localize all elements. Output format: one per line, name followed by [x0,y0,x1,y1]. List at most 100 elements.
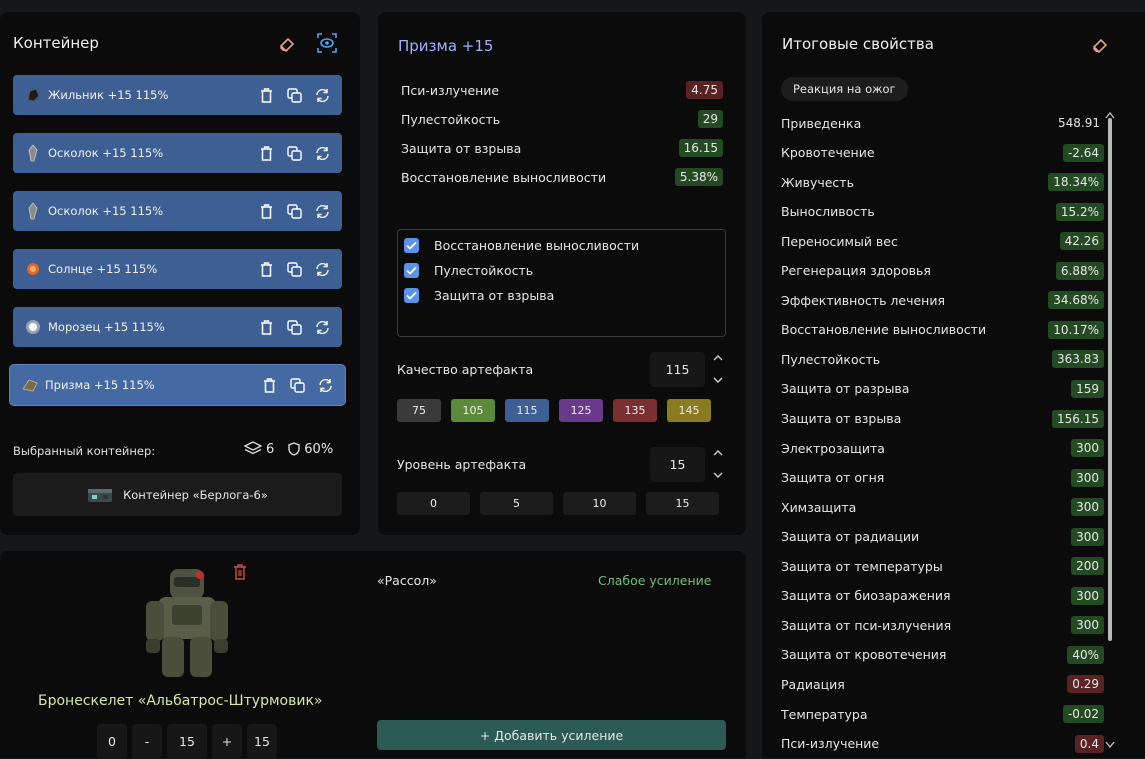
total-label: Регенерация здоровья [781,263,931,279]
selected-container-label: Выбранный контейнер: [13,444,156,458]
artifact-stat-row: Восстановление выносливости 5.38% [401,166,723,188]
artifact-row[interactable]: Жильник +15 115% [13,75,342,115]
artifact-stat-label: Пулестойкость [401,111,501,127]
artifact-row[interactable]: Солнце +15 115% [13,249,342,289]
trash-icon[interactable] [255,258,277,280]
refresh-icon[interactable] [311,316,333,338]
level-presets: 0 5 10 15 [397,492,719,515]
total-value: -2.64 [1062,143,1104,162]
eraser-icon[interactable] [1089,34,1111,56]
container-stats: 6 60% [244,441,333,457]
copy-icon[interactable] [283,316,305,338]
property-check[interactable]: Защита от взрыва [404,286,554,304]
container-select-button[interactable]: Контейнер «Берлога-6» [13,473,342,516]
armor-level-increment[interactable]: + [212,724,242,759]
quality-preset[interactable]: 145 [667,399,711,422]
trash-icon[interactable] [255,84,277,106]
total-label: Эффективность лечения [781,292,946,308]
total-row: Защита от кровотечения 40% [781,643,1104,667]
quality-preset[interactable]: 115 [505,399,549,422]
container-name: Контейнер «Берлога-6» [123,487,268,502]
quality-input[interactable]: 115 [650,352,705,387]
artifact-name: Жильник +15 115% [48,88,169,102]
trash-icon[interactable] [255,200,277,222]
armor-level-max[interactable]: 15 [247,724,277,759]
total-label: Пулестойкость [781,351,881,367]
artifact-row[interactable]: Призма +15 115% [10,365,345,405]
level-input[interactable]: 15 [650,447,705,482]
refresh-icon[interactable] [311,200,333,222]
copy-icon[interactable] [283,84,305,106]
boost-level[interactable]: Слабое усиление [598,573,711,588]
quality-preset[interactable]: 105 [451,399,495,422]
armor-level-min[interactable]: 0 [97,724,127,759]
eraser-icon[interactable] [276,33,298,55]
total-label: Радиация [781,676,845,692]
total-row: Защита от радиации 300 [781,525,1104,549]
total-value: 0.4 [1074,734,1104,753]
total-value: 156.15 [1052,409,1104,428]
refresh-icon[interactable] [311,142,333,164]
total-row: Защита от биозаражения 300 [781,584,1104,608]
level-preset[interactable]: 10 [563,492,636,515]
copy-icon[interactable] [283,258,305,280]
total-row: Регенерация здоровья 6.88% [781,259,1104,283]
total-row: Защита от взрыва 156.15 [781,407,1104,431]
refresh-icon[interactable] [314,374,336,396]
prism-icon [21,376,39,394]
armor-level-input[interactable]: 15 [167,724,207,759]
level-preset[interactable]: 15 [646,492,719,515]
shield-icon [288,442,300,456]
checkbox-checked[interactable] [404,262,419,278]
artifact-row[interactable]: Осколок +15 115% [13,191,342,231]
add-boost-button[interactable]: + Добавить усиление [377,720,726,750]
chevron-up-icon [713,450,723,456]
quality-preset[interactable]: 135 [613,399,657,422]
copy-icon[interactable] [283,200,305,222]
total-value: 6.88% [1055,261,1104,280]
total-label: Выносливость [781,204,875,220]
level-preset[interactable]: 0 [397,492,470,515]
total-row: Защита от огня 300 [781,466,1104,490]
total-value: 10.17% [1048,320,1104,339]
trash-icon[interactable] [258,374,280,396]
total-row: Защита от разрыва 159 [781,377,1104,401]
copy-icon[interactable] [283,142,305,164]
total-value: 42.26 [1059,232,1104,251]
chevron-down-icon [713,377,723,383]
property-check[interactable]: Восстановление выносливости [404,236,639,254]
quality-preset[interactable]: 75 [397,399,441,422]
level-stepper[interactable] [711,449,725,479]
artifact-row[interactable]: Морозец +15 115% [13,307,342,347]
trash-icon[interactable] [255,142,277,164]
scroll-down-icon[interactable] [1105,741,1115,749]
total-value: 300 [1071,586,1104,605]
property-check[interactable]: Пулестойкость [404,261,533,279]
level-preset[interactable]: 5 [480,492,553,515]
eye-scan-icon[interactable] [316,32,338,54]
trash-icon[interactable] [233,564,247,580]
totals-panel: Итоговые свойства Реакция на ожог Привед… [762,12,1145,758]
refresh-icon[interactable] [311,84,333,106]
quality-stepper[interactable] [711,354,725,384]
armor-level-decrement[interactable]: - [132,724,162,759]
dark-stone-icon [24,86,42,104]
total-label: Защита от температуры [781,558,943,574]
artifact-row[interactable]: Осколок +15 115% [13,133,342,173]
refresh-icon[interactable] [311,258,333,280]
total-value: 300 [1071,527,1104,546]
total-label: Защита от радиации [781,529,920,545]
boost-name: «Рассол» [377,573,437,588]
scrollbar[interactable] [1108,118,1112,641]
quality-preset[interactable]: 125 [559,399,603,422]
copy-icon[interactable] [286,374,308,396]
checkbox-checked[interactable] [404,287,419,303]
checkbox-checked[interactable] [404,237,419,253]
reaction-chip[interactable]: Реакция на ожог [781,77,908,101]
trash-icon[interactable] [255,316,277,338]
artifact-stat-value: 29 [697,110,723,128]
total-value: 363.83 [1052,350,1104,369]
total-row: Переносимый вес 42.26 [781,229,1104,253]
total-value: 300 [1071,498,1104,517]
total-label: Защита от взрыва [781,411,902,426]
